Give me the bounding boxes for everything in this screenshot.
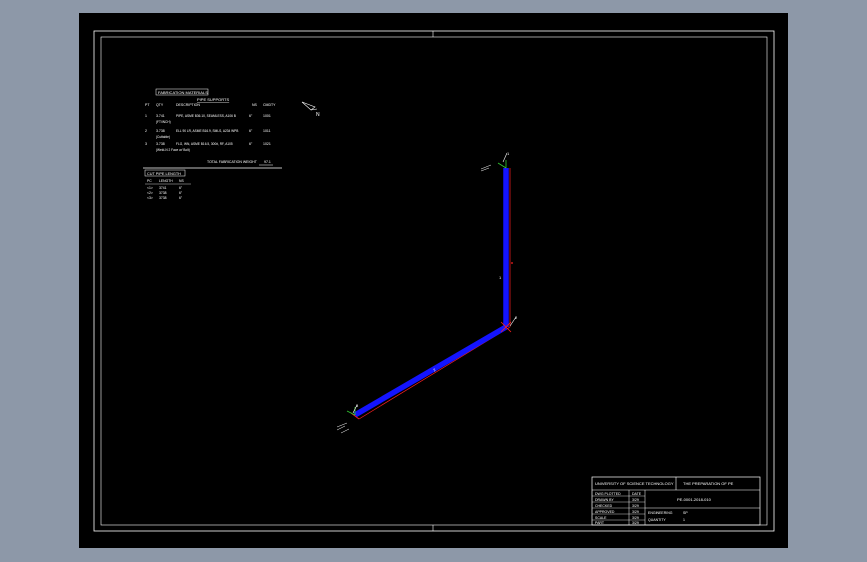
materials-row: 3 3.738 FLG, WN, ASME B16.5, 300#, RF, A… [145, 142, 271, 152]
inner-border [100, 36, 768, 526]
north-label: N [316, 112, 320, 118]
tb-quantity-label: QUANTITY [648, 518, 666, 522]
title-block: UNIVERSITY OF SCIENCE TECHNOLOGY THE PRE… [591, 476, 761, 526]
total-weight-label: TOTAL FABRICATION WEIGHT [207, 160, 258, 164]
col-cmdty: CMDTY [263, 103, 276, 107]
materials-row: 1 3.741 PIPE, ASME B36.10, SEAMLESS, A10… [145, 114, 271, 124]
row1-ns: 6" [249, 114, 253, 118]
cad-drawing: FABRICATION MATERIALS PIPE SUPPORTS PT Q… [93, 30, 775, 532]
tb-label-checked: CHECKED [595, 504, 613, 508]
pipe-isometric: 1 2 1 2 3 [336, 151, 518, 434]
tb-quantity-value: 1 [683, 518, 685, 522]
cut-row1-ns: 6" [179, 186, 183, 190]
node-label-end: 3 [356, 403, 359, 408]
cut-col-length: LENGTH [159, 179, 173, 183]
cut-pipe-table: CUT PIPE LENGTH PC LENGTH NS <1> 3741 6"… [144, 169, 191, 200]
total-weight-value: 97.1 [264, 160, 271, 164]
row1-code: 1001 [263, 114, 271, 118]
cut-row3-pc: <3> [147, 196, 153, 200]
tb-software-value: SP [683, 511, 688, 515]
project-title: THE PREPARATION OF PE [683, 481, 734, 486]
materials-table: FABRICATION MATERIALS PIPE SUPPORTS PT Q… [143, 88, 282, 169]
cut-col-pc: PC [147, 179, 152, 183]
university-name: UNIVERSITY OF SCIENCE TECHNOLOGY [595, 481, 674, 486]
row2-extra: (Cuttable) [156, 135, 170, 139]
materials-heading: FABRICATION MATERIALS [158, 90, 208, 95]
tb-value-plotted: DATE [632, 492, 642, 496]
drawing-number: PE-0001-2018-010 [677, 497, 712, 502]
node-label-mid: 2 [515, 315, 518, 320]
row2-code: 1011 [263, 129, 271, 133]
drawing-sheet: FABRICATION MATERIALS PIPE SUPPORTS PT Q… [79, 13, 788, 548]
col-qty: QTY [156, 103, 164, 107]
row2-desc: ELL 90 LR, ASME B16.9, SMLS, A234 WPB [176, 129, 238, 133]
dimension-dot [511, 262, 513, 264]
node-label-top: 1 [507, 151, 510, 156]
materials-header-row: PT QTY DESCRIPTION NS CMDTY [145, 103, 276, 107]
tb-value-drawn: 3/29 [632, 498, 639, 502]
north-arrow-icon: N [301, 101, 320, 118]
row2-pt: 2 [145, 129, 147, 133]
pipe-segment-diagonal [353, 324, 508, 418]
tb-software-label: ENGINEERING [648, 511, 673, 515]
cut-col-ns: NS [179, 179, 184, 183]
cut-row2-pc: <2> [147, 191, 153, 195]
materials-row: 2 3.738 ELL 90 LR, ASME B16.9, SMLS, A23… [145, 129, 271, 139]
tb-label-scale: SCALE [595, 516, 607, 520]
row1-pt: 1 [145, 114, 147, 118]
row1-extra: (FT/INCH) [156, 120, 171, 124]
row1-desc: PIPE, ASME B36.10, SEAMLESS, A106 B [176, 114, 236, 118]
cut-row3-ns: 6" [179, 196, 183, 200]
tb-label-part: PART [595, 521, 605, 525]
cut-row1-length: 3741 [159, 186, 167, 190]
row2-ns: 6" [249, 129, 253, 133]
tb-value-approved: 3/29 [632, 510, 639, 514]
node-marker-top: 1 [480, 151, 510, 172]
tb-label-drawn: DRAWN BY [595, 498, 614, 502]
row3-ns: 6" [249, 142, 253, 146]
tb-label-approved: APPROVED [595, 510, 615, 514]
tb-value-checked: 3/29 [632, 504, 639, 508]
row3-code: 1021 [263, 142, 271, 146]
cut-pipe-heading: CUT PIPE LENGTH [147, 172, 181, 176]
row3-qty: 3.738 [156, 142, 165, 146]
row3-pt: 3 [145, 142, 147, 146]
col-ns: NS [252, 103, 258, 107]
row1-qty: 3.741 [156, 114, 165, 118]
pipe-label-vertical: 1 [499, 275, 502, 280]
node-marker-end: 3 [336, 403, 360, 434]
row2-qty: 3.738 [156, 129, 165, 133]
cut-row3-length: 3738 [159, 196, 167, 200]
cut-row2-length: 3738 [159, 191, 167, 195]
tb-value-part: 3/29 [632, 521, 639, 525]
materials-subheading: PIPE SUPPORTS [197, 97, 229, 102]
col-description: DESCRIPTION [176, 103, 200, 107]
row3-extra: (Weld-N 2 Face w/ Bolt) [156, 148, 190, 152]
cut-row1-pc: <1> [147, 186, 153, 190]
row3-desc: FLG, WN, ASME B16.5, 300#, RF, A105 [176, 142, 233, 146]
cut-row2-ns: 6" [179, 191, 183, 195]
tb-label-plotted: DWG PLOTTED [595, 492, 621, 496]
col-pt: PT [145, 103, 150, 107]
tb-value-scale: 3/29 [632, 516, 639, 520]
